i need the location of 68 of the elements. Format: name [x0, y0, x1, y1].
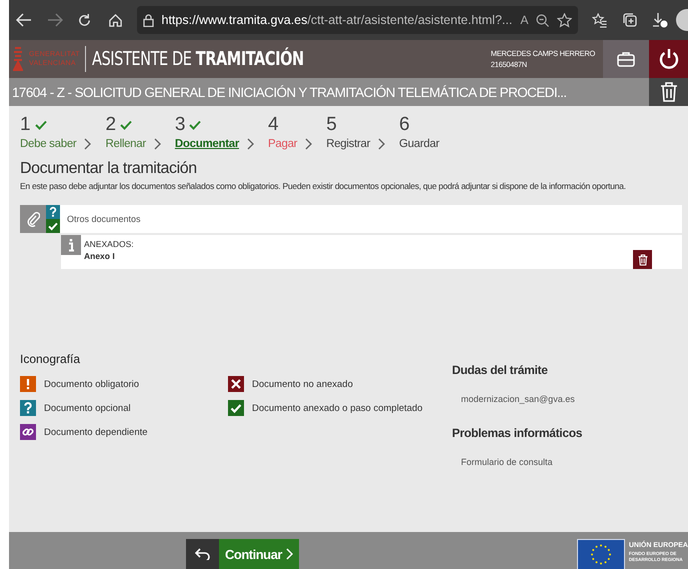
help-heading: Dudas del trámite: [452, 363, 549, 377]
help-link[interactable]: modernizacion_san@gva.es: [461, 394, 582, 404]
back-icon[interactable]: [16, 13, 32, 27]
chevron-icon: [154, 138, 161, 150]
back-button[interactable]: [186, 539, 219, 569]
chevron-icon: [305, 138, 312, 150]
step-number: 1: [20, 114, 31, 136]
step-link[interactable]: Debe saber: [20, 138, 76, 150]
url-text: https://www.tramita.gva.es/ctt-att-atr/asistente/asistente.html?...: [162, 13, 512, 27]
forward-icon[interactable]: [46, 13, 63, 27]
chevron-icon: [84, 138, 92, 150]
step-link[interactable]: Documentar: [174, 138, 240, 150]
zoom-out-icon[interactable]: [536, 14, 550, 26]
app-title: ASISTENTE DE TRAMITACIÓN: [92, 48, 304, 70]
legend-label: Documento opcional: [44, 402, 131, 414]
check-icon: [228, 400, 244, 416]
section-description: En este paso debe adjuntar los documentos señalados como obligatorios. Pueden existir documentos opcionales, que podrá adjuntar si dispone de la información oportuna.: [20, 181, 627, 191]
favorites-icon[interactable]: [592, 12, 608, 28]
delete-button[interactable]: [649, 78, 688, 106]
attachment-name: Anexo I: [84, 251, 116, 261]
refresh-icon[interactable]: [77, 12, 92, 28]
document-name: Otros documentos: [67, 214, 141, 224]
help-link[interactable]: Formulario de consulta: [461, 457, 582, 467]
step-number: 2: [105, 114, 116, 136]
legend-title: Iconografía: [20, 352, 82, 366]
step-link[interactable]: Guardar: [399, 138, 440, 150]
legend-label: Documento anexado o paso completado: [252, 402, 423, 414]
legend-label: Documento dependiente: [44, 426, 148, 438]
step-number: 4: [268, 114, 279, 136]
paperclip-icon: [26, 211, 40, 227]
logo-icon: [13, 46, 23, 72]
procedure-title: 17604 - Z - SOLICITUD GENERAL DE INICIACIÓN Y TRAMITACIÓN TELEMÁTICA DE PROCEDI...: [11, 84, 568, 100]
return-icon: [194, 548, 210, 560]
step-number: 5: [326, 114, 337, 136]
section-title: Documentar la tramitación: [20, 160, 198, 178]
chevron-icon: [286, 548, 293, 560]
lock-icon: [142, 14, 154, 26]
home-icon[interactable]: [108, 12, 123, 28]
step-link[interactable]: Registrar: [326, 138, 370, 150]
delete-attachment-button[interactable]: [633, 250, 652, 269]
step-number: 3: [174, 114, 186, 136]
collections-icon[interactable]: [622, 12, 638, 28]
chevron-icon: [378, 138, 386, 150]
briefcase-button[interactable]: [603, 40, 649, 78]
trash-icon: [660, 82, 678, 102]
read-aloud-button[interactable]: A: [520, 13, 528, 27]
cross-icon: [228, 376, 244, 392]
star-icon[interactable]: [557, 12, 572, 28]
help-heading: Problemas informáticos: [452, 426, 582, 440]
attachments-label: ANEXADOS:: [84, 239, 134, 249]
download-icon[interactable]: [652, 12, 668, 28]
question-icon: [20, 400, 36, 416]
step-number: 6: [399, 114, 410, 136]
power-icon: [658, 48, 680, 70]
exclamation-icon: [20, 376, 36, 392]
legend-label: Documento obligatorio: [44, 378, 140, 390]
trash-icon: [638, 254, 648, 266]
chevron-icon: [247, 138, 254, 150]
step-link[interactable]: Pagar: [268, 138, 298, 150]
legend-label: Documento no anexado: [252, 378, 353, 390]
profile-avatar[interactable]: [676, 9, 688, 31]
address-bar[interactable]: https://www.tramita.gva.es/ctt-att-atr/asistente/asistente.html?... A: [136, 6, 578, 34]
eu-flag-icon: [576, 539, 625, 569]
link-icon: [20, 424, 36, 440]
logout-button[interactable]: [649, 40, 688, 78]
continue-button[interactable]: Continuar: [219, 539, 299, 569]
step-link[interactable]: Rellenar: [105, 138, 146, 150]
briefcase-icon: [617, 51, 635, 67]
